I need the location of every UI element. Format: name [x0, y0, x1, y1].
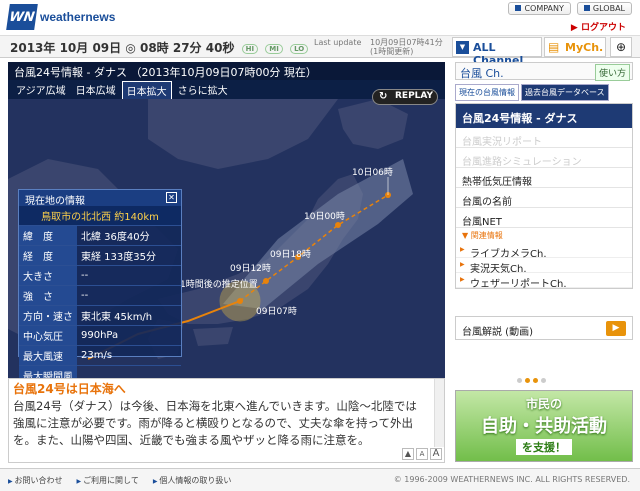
news-body: 台風24号（ダナス）は今後、日本海を北東へ進んでいきます。山陰〜北陸では強風に注… [13, 399, 417, 447]
pill-mi[interactable]: MI [265, 43, 283, 54]
tab-japan-zoom[interactable]: 日本拡大 [121, 81, 172, 100]
tab-japan-wide[interactable]: 日本広域 [72, 81, 120, 100]
sidebar-item-tropical-low[interactable]: 熱帯低気圧情報 [456, 168, 632, 188]
table-row: 強 さ -- [19, 285, 181, 306]
related-item-report[interactable]: ウェザーリポートCh. [456, 273, 632, 290]
company-link[interactable]: COMPANY [508, 2, 571, 15]
footer-link-privacy[interactable]: 個人情報の取り扱い [153, 475, 231, 486]
video-explanation-item[interactable]: 台風解説 (動画) ▶ [455, 316, 633, 340]
replay-icon: ↻ [379, 91, 388, 102]
citizen-support-banner[interactable]: 市民の 自助・共助活動 を支援！ [455, 390, 633, 462]
logo-text: weathernews [40, 10, 116, 24]
table-row: 緯 度北緯 36度40分 [19, 225, 181, 246]
track-label-10d00h: 10日00時 [304, 211, 345, 222]
track-point [263, 278, 269, 284]
table-row: 経 度東経 133度35分 [19, 245, 181, 266]
track-label-09d12h: 09日12時 [230, 263, 271, 274]
sidebar-item-selected[interactable]: 台風24号情報 - ダナス [456, 104, 632, 128]
footer-link-terms[interactable]: ご利用に関して [77, 475, 139, 486]
font-large-button[interactable]: A [430, 448, 442, 460]
banner-line1: 市民の [525, 397, 562, 411]
track-point [237, 298, 243, 304]
news-panel: 台風24号は日本海へ 台風24号（ダナス）は今後、日本海を北東へ進んでいきます。… [8, 378, 445, 463]
footer-link-contact[interactable]: お問い合わせ [8, 475, 63, 486]
typhoon-map-panel: 台風24号情報 - ダナス （2013年10月09日07時00分 現在） アジア… [8, 62, 445, 378]
map-scale-tabs: アジア広域 日本広域 日本拡大 さらに拡大 [12, 81, 232, 100]
sidebar-list: 台風24号情報 - ダナス 台風実況リポート 台風進路シミュレーション 熱帯低気… [455, 103, 633, 290]
howto-button[interactable]: 使い方 [594, 64, 630, 81]
tab-current-typhoon[interactable]: 現在の台風情報 [455, 84, 519, 101]
logout-link[interactable]: ▶ ログアウト [571, 20, 626, 33]
banner-line2: 自助・共助活動 [481, 416, 607, 437]
carousel-dot[interactable] [517, 378, 522, 383]
related-item-livecam[interactable]: ライブカメラCh. [456, 243, 632, 260]
table-row: 最大風速 23m/s [19, 345, 181, 366]
sidebar-title: 台風 Ch. [460, 67, 504, 80]
scroll-up-icon[interactable]: ▲ [402, 448, 414, 460]
tab-past-database[interactable]: 過去台風データベース [521, 84, 609, 101]
track-label-10d06h: 10日06時 [352, 167, 393, 178]
last-update: Last update 10月09日07時41分 (1時間更新) [314, 38, 443, 56]
logo-mark: WN [6, 4, 38, 30]
banner-line3: を支援！ [516, 439, 572, 455]
close-icon[interactable]: ✕ [166, 192, 177, 203]
carousel-dots [517, 378, 546, 383]
info-table: 緯 度北緯 36度40分 経 度東経 133度35分 大きさ -- 強 さ -- 方… [19, 225, 181, 378]
copyright: © 1996-2009 WEATHERNEWS INC. ALL RIGHTS … [393, 475, 630, 484]
font-small-button[interactable]: A [416, 448, 428, 460]
track-label-09d07h: 09日07時 [256, 306, 297, 317]
current-datetime: 2013年 10月 09日 ◎ 08時 27分 40秒 HI MI LO [10, 39, 309, 56]
typhoon-channel-sidebar: 台風 Ch. 使い方 現在の台風情報 過去台風データベース 台風24号情報 - … [455, 62, 633, 290]
carousel-dot[interactable] [533, 378, 538, 383]
news-headline: 台風24号は日本海へ [13, 382, 126, 396]
track-label-estimate: 1時間後の推定位置 [180, 278, 258, 290]
sidebar-item-report: 台風実況リポート [456, 128, 632, 148]
all-channel-button[interactable]: ALL Channel [452, 37, 542, 67]
tab-more-zoom[interactable]: さらに拡大 [174, 81, 232, 100]
replay-button[interactable]: ↻ REPLAY [372, 89, 438, 105]
footer: お問い合わせ ご利用に関して 個人情報の取り扱い © 1996-2009 WEA… [0, 468, 640, 491]
carousel-dot[interactable] [525, 378, 530, 383]
video-icon: ▶ [606, 321, 626, 336]
related-item-weather[interactable]: 実況天気Ch. [456, 258, 632, 275]
table-row: 最大瞬間風速35m/s [19, 365, 181, 378]
news-scrollbar[interactable] [434, 379, 444, 447]
header: WN weathernews COMPANY GLOBAL ▶ ログアウト [0, 0, 640, 36]
table-row: 大きさ -- [19, 265, 181, 286]
pill-hi[interactable]: HI [241, 43, 259, 54]
tab-asia-wide[interactable]: アジア広域 [12, 81, 70, 100]
zoom-icon[interactable]: ⊕ [610, 37, 632, 57]
table-row: 方向・速さ 東北東 45km/h [19, 305, 181, 326]
sidebar-item-names[interactable]: 台風の名前 [456, 188, 632, 208]
track-label-09d18h: 09日18時 [270, 249, 311, 260]
pill-lo[interactable]: LO [290, 43, 309, 54]
mych-button[interactable]: MyCh. [544, 37, 606, 57]
brand-logo[interactable]: WN weathernews [6, 4, 116, 30]
info-title: 現在地の情報 ✕ [19, 190, 181, 207]
sidebar-item-net[interactable]: 台風NET [456, 208, 632, 228]
location-info-box: 現在地の情報 ✕ 鳥取市の北北西 約140km 緯 度北緯 36度40分 経 度… [18, 189, 182, 378]
info-location: 鳥取市の北北西 約140km [19, 206, 181, 225]
track-point [335, 222, 341, 228]
related-heading: ▼ 関連情報 [462, 231, 503, 240]
global-link[interactable]: GLOBAL [576, 2, 632, 15]
table-row: 中心気圧 990hPa [19, 325, 181, 346]
sidebar-item-simulation: 台風進路シミュレーション [456, 148, 632, 168]
map-title: 台風24号情報 - ダナス （2013年10月09日07時00分 現在） [8, 62, 445, 80]
carousel-dot[interactable] [541, 378, 546, 383]
japan-shikoku [193, 327, 233, 346]
